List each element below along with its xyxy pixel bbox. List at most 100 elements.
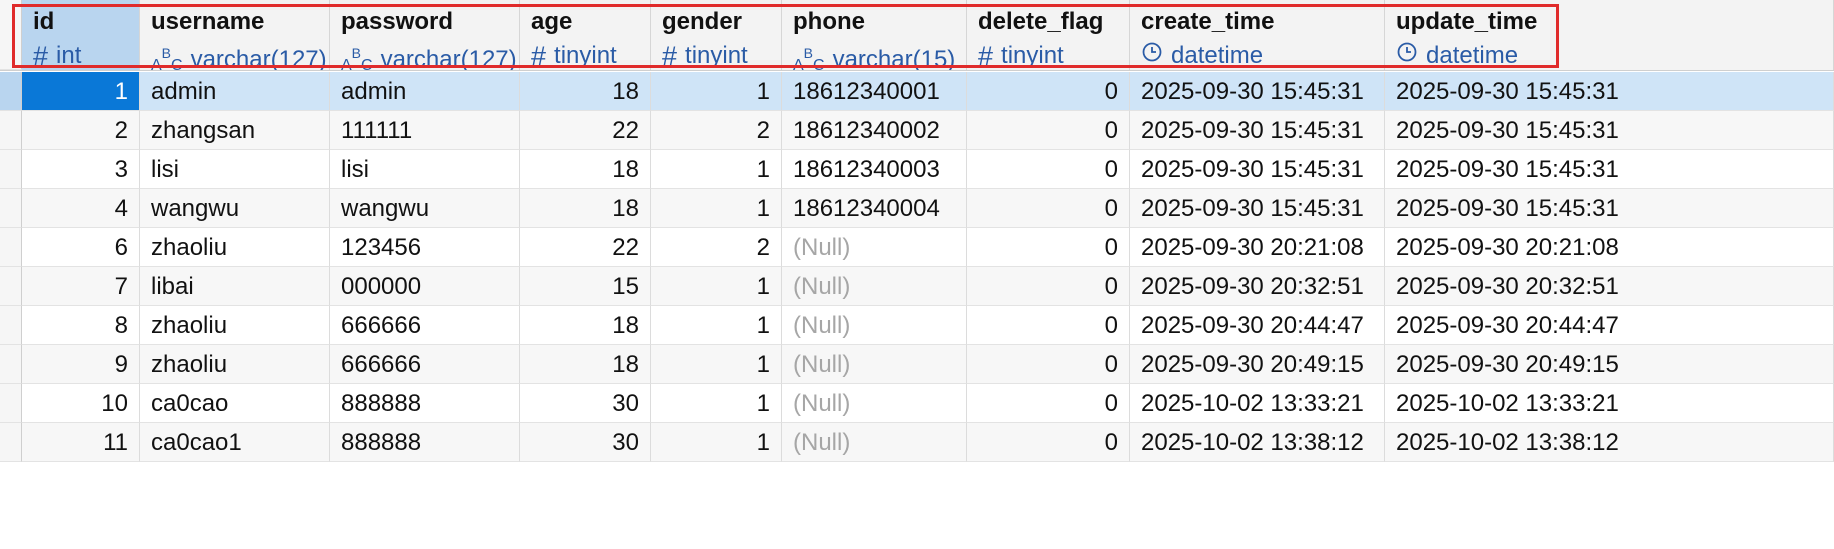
cell-age[interactable]: 18 — [520, 189, 651, 228]
cell-password[interactable]: 000000 — [330, 267, 520, 306]
cell-delete-flag[interactable]: 0 — [967, 306, 1130, 345]
cell-update-time[interactable]: 2025-09-30 20:49:15 — [1385, 345, 1834, 384]
cell-phone[interactable]: (Null) — [782, 345, 967, 384]
cell-create-time[interactable]: 2025-09-30 20:21:08 — [1130, 228, 1385, 267]
column-header-age[interactable]: age # tinyint — [520, 0, 651, 70]
cell-create-time[interactable]: 2025-10-02 13:33:21 — [1130, 384, 1385, 423]
cell-password[interactable]: 111111 — [330, 111, 520, 150]
cell-create-time[interactable]: 2025-09-30 15:45:31 — [1130, 150, 1385, 189]
cell-phone[interactable]: 18612340004 — [782, 189, 967, 228]
column-header-phone[interactable]: phone ABC varchar(15) — [782, 0, 967, 70]
cell-password[interactable]: 888888 — [330, 423, 520, 462]
row-gutter[interactable] — [0, 150, 22, 189]
row-gutter[interactable] — [0, 228, 22, 267]
column-header-update-time[interactable]: update_time datetime — [1385, 0, 1834, 70]
cell-id[interactable]: 4 — [22, 189, 140, 228]
cell-phone[interactable]: (Null) — [782, 228, 967, 267]
table-row[interactable]: 2 zhangsan 111111 22 2 18612340002 0 2025-09-30… — [0, 111, 1834, 150]
cell-id[interactable]: 7 — [22, 267, 140, 306]
cell-age[interactable]: 30 — [520, 384, 651, 423]
cell-phone[interactable]: 18612340003 — [782, 150, 967, 189]
cell-delete-flag[interactable]: 0 — [967, 150, 1130, 189]
cell-update-time[interactable]: 2025-09-30 15:45:31 — [1385, 189, 1834, 228]
cell-create-time[interactable]: 2025-09-30 20:32:51 — [1130, 267, 1385, 306]
table-row[interactable]: 11 ca0cao1 888888 30 1 (Null) 0 2025-10-02 13:3… — [0, 423, 1834, 462]
cell-gender[interactable]: 1 — [651, 72, 782, 111]
cell-age[interactable]: 30 — [520, 423, 651, 462]
cell-password[interactable]: 888888 — [330, 384, 520, 423]
cell-password[interactable]: 123456 — [330, 228, 520, 267]
cell-username[interactable]: lisi — [140, 150, 330, 189]
cell-gender[interactable]: 1 — [651, 306, 782, 345]
cell-update-time[interactable]: 2025-09-30 20:44:47 — [1385, 306, 1834, 345]
cell-gender[interactable]: 2 — [651, 228, 782, 267]
cell-id[interactable]: 6 — [22, 228, 140, 267]
data-grid[interactable]: id # int username ABC varchar(127) password ABC… — [0, 0, 1834, 549]
cell-create-time[interactable]: 2025-09-30 15:45:31 — [1130, 111, 1385, 150]
cell-age[interactable]: 18 — [520, 72, 651, 111]
cell-id[interactable]: 2 — [22, 111, 140, 150]
cell-gender[interactable]: 1 — [651, 267, 782, 306]
cell-delete-flag[interactable]: 0 — [967, 267, 1130, 306]
cell-password[interactable]: wangwu — [330, 189, 520, 228]
cell-create-time[interactable]: 2025-09-30 15:45:31 — [1130, 189, 1385, 228]
cell-create-time[interactable]: 2025-09-30 20:44:47 — [1130, 306, 1385, 345]
cell-phone[interactable]: (Null) — [782, 384, 967, 423]
cell-phone[interactable]: 18612340001 — [782, 72, 967, 111]
table-row[interactable]: 9 zhaoliu 666666 18 1 (Null) 0 2025-09-30 20:49… — [0, 345, 1834, 384]
cell-gender[interactable]: 1 — [651, 345, 782, 384]
table-row[interactable]: 4 wangwu wangwu 18 1 18612340004 0 2025-09-30 1… — [0, 189, 1834, 228]
cell-id[interactable]: 11 — [22, 423, 140, 462]
cell-username[interactable]: ca0cao — [140, 384, 330, 423]
table-row[interactable]: 3 lisi lisi 18 1 18612340003 0 2025-09-30 15:45… — [0, 150, 1834, 189]
table-row[interactable]: 10 ca0cao 888888 30 1 (Null) 0 2025-10-02 13:33… — [0, 384, 1834, 423]
column-header-id[interactable]: id # int — [22, 0, 140, 70]
cell-phone[interactable]: (Null) — [782, 267, 967, 306]
cell-age[interactable]: 15 — [520, 267, 651, 306]
row-gutter[interactable] — [0, 189, 22, 228]
cell-update-time[interactable]: 2025-09-30 20:32:51 — [1385, 267, 1834, 306]
cell-delete-flag[interactable]: 0 — [967, 423, 1130, 462]
cell-age[interactable]: 18 — [520, 150, 651, 189]
row-gutter[interactable] — [0, 111, 22, 150]
cell-update-time[interactable]: 2025-09-30 20:21:08 — [1385, 228, 1834, 267]
cell-phone[interactable]: (Null) — [782, 306, 967, 345]
cell-username[interactable]: ca0cao1 — [140, 423, 330, 462]
row-gutter[interactable] — [0, 72, 22, 111]
cell-update-time[interactable]: 2025-09-30 15:45:31 — [1385, 72, 1834, 111]
cell-age[interactable]: 22 — [520, 228, 651, 267]
table-row[interactable]: 6 zhaoliu 123456 22 2 (Null) 0 2025-09-30 20:21… — [0, 228, 1834, 267]
cell-id[interactable]: 1 — [22, 72, 140, 111]
cell-gender[interactable]: 1 — [651, 150, 782, 189]
row-gutter[interactable] — [0, 345, 22, 384]
column-header-gender[interactable]: gender # tinyint — [651, 0, 782, 70]
cell-username[interactable]: libai — [140, 267, 330, 306]
cell-update-time[interactable]: 2025-09-30 15:45:31 — [1385, 111, 1834, 150]
cell-delete-flag[interactable]: 0 — [967, 111, 1130, 150]
cell-gender[interactable]: 1 — [651, 189, 782, 228]
cell-delete-flag[interactable]: 0 — [967, 345, 1130, 384]
cell-password[interactable]: lisi — [330, 150, 520, 189]
cell-gender[interactable]: 2 — [651, 111, 782, 150]
row-gutter[interactable] — [0, 384, 22, 423]
cell-password[interactable]: 666666 — [330, 345, 520, 384]
cell-gender[interactable]: 1 — [651, 384, 782, 423]
cell-password[interactable]: admin — [330, 72, 520, 111]
cell-update-time[interactable]: 2025-10-02 13:33:21 — [1385, 384, 1834, 423]
cell-username[interactable]: wangwu — [140, 189, 330, 228]
column-header-create-time[interactable]: create_time datetime — [1130, 0, 1385, 70]
cell-create-time[interactable]: 2025-09-30 15:45:31 — [1130, 72, 1385, 111]
column-header-username[interactable]: username ABC varchar(127) — [140, 0, 330, 70]
table-row[interactable]: 7 libai 000000 15 1 (Null) 0 2025-09-30 20:32:5… — [0, 267, 1834, 306]
row-gutter[interactable] — [0, 267, 22, 306]
cell-username[interactable]: admin — [140, 72, 330, 111]
cell-delete-flag[interactable]: 0 — [967, 384, 1130, 423]
row-gutter[interactable] — [0, 423, 22, 462]
cell-password[interactable]: 666666 — [330, 306, 520, 345]
table-row[interactable]: 8 zhaoliu 666666 18 1 (Null) 0 2025-09-30 20:44… — [0, 306, 1834, 345]
cell-delete-flag[interactable]: 0 — [967, 72, 1130, 111]
table-row[interactable]: 1 admin admin 18 1 18612340001 0 2025-09-30 15:… — [0, 72, 1834, 111]
row-gutter[interactable] — [0, 306, 22, 345]
cell-username[interactable]: zhaoliu — [140, 228, 330, 267]
cell-age[interactable]: 18 — [520, 345, 651, 384]
